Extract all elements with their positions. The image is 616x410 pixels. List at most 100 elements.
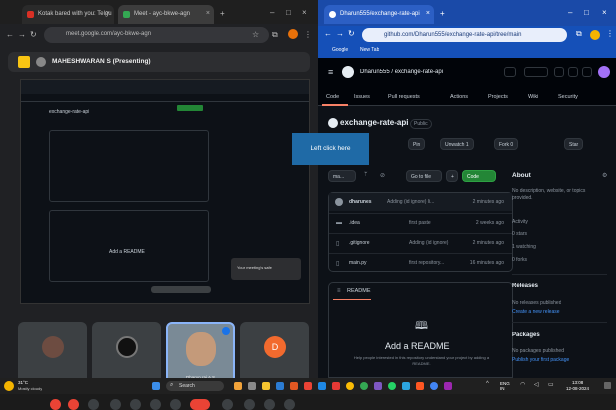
language-indicator[interactable]: ENG IN: [500, 381, 514, 391]
maximize-icon[interactable]: □: [584, 8, 589, 17]
tab-meet[interactable]: Meet - ayc-bkwe-agn ×: [118, 5, 214, 24]
pdf-icon[interactable]: [304, 382, 312, 390]
clock-date[interactable]: 12-08-2024: [566, 386, 589, 391]
unwatch-button[interactable]: Unwatch 1: [440, 138, 474, 150]
file-name[interactable]: .idea: [349, 220, 360, 226]
create-new-button[interactable]: [524, 67, 548, 77]
end-call-button[interactable]: [190, 399, 210, 410]
tag-icon[interactable]: ⊘: [380, 172, 385, 179]
wifi-icon[interactable]: ◠: [520, 381, 525, 388]
add-file-button[interactable]: +: [446, 170, 458, 182]
app-icon[interactable]: [416, 382, 424, 390]
mic-off-button[interactable]: [50, 399, 61, 410]
readme-tab[interactable]: README: [347, 288, 371, 294]
tab-kotak[interactable]: Kotak bared with you: Telgu ×: [22, 5, 114, 24]
file-name[interactable]: main.py: [349, 260, 367, 266]
tab-projects[interactable]: Projects: [488, 94, 508, 100]
commit-author[interactable]: dharunes: [349, 199, 372, 205]
chevron-up-icon[interactable]: ^: [486, 381, 489, 387]
activities-button[interactable]: [284, 399, 295, 410]
camera-off-button[interactable]: [68, 399, 79, 410]
gear-icon[interactable]: ⚙: [602, 172, 607, 179]
releases-heading[interactable]: Releases: [512, 283, 538, 289]
go-to-file-button[interactable]: Go to file: [406, 170, 442, 182]
bookmark-new-tab[interactable]: New Tab: [360, 47, 379, 53]
app-icon[interactable]: [374, 382, 382, 390]
extensions-icon[interactable]: ⧉: [272, 30, 278, 40]
address-bar[interactable]: github.com/Dharun555/exchange-rate-api/t…: [362, 28, 567, 42]
forward-icon[interactable]: →: [18, 30, 26, 39]
close-icon[interactable]: ×: [426, 10, 430, 17]
about-watching[interactable]: 1 watching: [512, 244, 536, 250]
present-button[interactable]: [130, 399, 141, 410]
bookmark-google[interactable]: Google: [332, 47, 348, 53]
captions-button[interactable]: [88, 399, 99, 410]
tab-actions[interactable]: Actions: [450, 94, 468, 100]
github-logo-icon[interactable]: [342, 66, 354, 78]
office-icon[interactable]: [290, 382, 298, 390]
reload-icon[interactable]: ↻: [348, 29, 355, 38]
tab-issues[interactable]: Issues: [354, 94, 370, 100]
pull-requests-icon[interactable]: [568, 67, 578, 77]
stop-presenting-bar[interactable]: [151, 286, 211, 293]
maximize-icon[interactable]: □: [286, 8, 291, 17]
about-stars[interactable]: 0 stars: [512, 231, 527, 237]
raise-hand-button[interactable]: [150, 399, 161, 410]
publish-package-link[interactable]: Publish your first package: [512, 357, 569, 363]
menu-icon[interactable]: ⋮: [606, 29, 614, 38]
store-icon[interactable]: [276, 382, 284, 390]
file-explorer-icon[interactable]: [262, 382, 270, 390]
extensions-icon[interactable]: ⧉: [576, 29, 582, 39]
commit-message[interactable]: Adding (id ignore) li...: [387, 199, 434, 205]
tab-github[interactable]: Dharun555/exchange-rate-api ×: [324, 5, 434, 24]
app-icon[interactable]: [444, 382, 452, 390]
more-options-button[interactable]: [170, 399, 181, 410]
telegram-icon[interactable]: [402, 382, 410, 390]
forward-icon[interactable]: →: [336, 29, 344, 38]
weather-icon[interactable]: [4, 381, 14, 391]
close-icon[interactable]: ×: [106, 10, 110, 17]
chrome-icon[interactable]: [430, 382, 438, 390]
menu-icon[interactable]: ⋮: [304, 30, 312, 39]
file-commit[interactable]: Adding (id ignore): [409, 240, 448, 246]
packages-heading[interactable]: Packages: [512, 332, 540, 338]
about-activity[interactable]: Activity: [512, 219, 528, 225]
people-button[interactable]: [244, 399, 255, 410]
branch-selector[interactable]: ma...: [328, 170, 356, 182]
new-tab-icon[interactable]: +: [440, 9, 445, 18]
app-icon[interactable]: [332, 382, 340, 390]
battery-icon[interactable]: ▭: [548, 381, 554, 388]
close-icon[interactable]: ×: [206, 10, 210, 17]
file-commit[interactable]: first paste: [409, 220, 431, 226]
start-icon[interactable]: [152, 382, 160, 390]
code-button[interactable]: Code: [462, 170, 496, 182]
create-release-link[interactable]: Create a new release: [512, 309, 560, 315]
star-button[interactable]: Star: [564, 138, 584, 150]
about-forks[interactable]: 0 forks: [512, 257, 527, 263]
new-tab-icon[interactable]: +: [220, 9, 225, 18]
branch-icon[interactable]: ᛘ: [364, 172, 368, 178]
inbox-icon[interactable]: [582, 67, 592, 77]
tab-pull-requests[interactable]: Pull requests: [388, 94, 420, 100]
chrome-icon[interactable]: [346, 382, 354, 390]
search-button[interactable]: [504, 67, 516, 77]
taskbar-search[interactable]: ⌕ Search: [166, 381, 224, 391]
tab-code[interactable]: Code: [326, 94, 339, 100]
reload-icon[interactable]: ↻: [30, 30, 37, 39]
pin-button[interactable]: Pin: [408, 138, 426, 150]
fork-button[interactable]: Fork 0: [494, 138, 519, 150]
task-view-icon[interactable]: [248, 382, 256, 390]
chat-button[interactable]: [264, 399, 275, 410]
file-row[interactable]: ▯ main.py first repository... 16 minutes…: [329, 253, 512, 271]
profile-avatar[interactable]: [590, 30, 600, 40]
profile-avatar[interactable]: [288, 29, 298, 39]
file-row[interactable]: ▯ .gitignore Adding (id ignore) 2 minute…: [329, 233, 512, 251]
whatsapp-icon[interactable]: [388, 382, 396, 390]
back-icon[interactable]: ←: [6, 30, 14, 39]
notifications-icon[interactable]: [604, 382, 611, 389]
file-row[interactable]: ▬ .idea first paste 2 weeks ago: [329, 213, 512, 231]
hamburger-icon[interactable]: ≡: [328, 67, 333, 77]
repo-title[interactable]: exchange-rate-api: [340, 118, 408, 127]
avatar[interactable]: [598, 66, 610, 78]
info-button[interactable]: [222, 399, 233, 410]
